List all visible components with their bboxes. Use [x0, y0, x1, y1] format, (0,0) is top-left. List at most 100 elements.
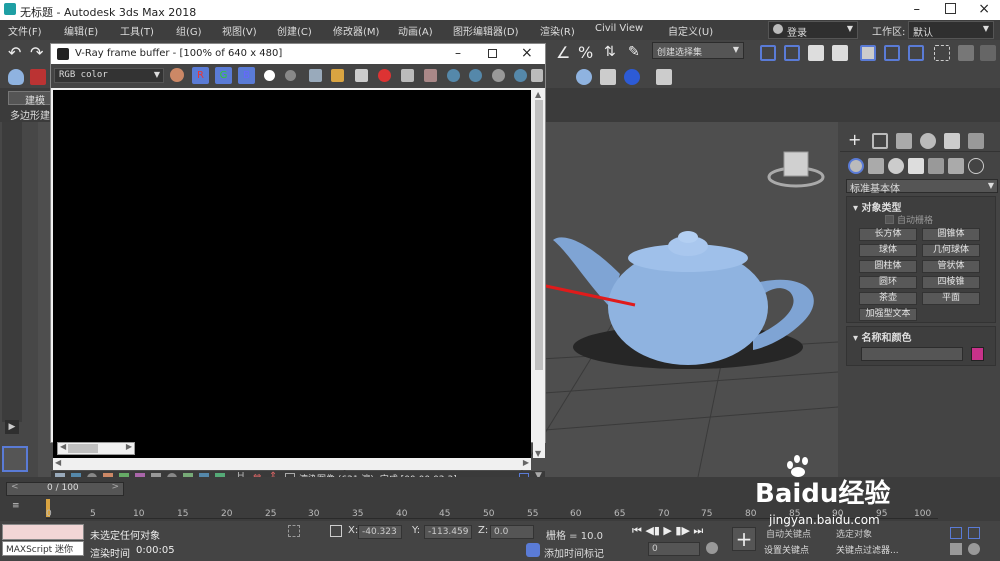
teapot-button[interactable]: 茶壶 — [859, 292, 917, 305]
undo-icon[interactable]: ↶ — [8, 43, 21, 62]
vfb-channel-dropdown[interactable]: RGB color ▼ — [54, 68, 164, 83]
ribbon-tab-modeling[interactable]: 建模 — [8, 91, 56, 107]
vfb-minimize-icon[interactable]: – — [455, 46, 461, 60]
blue-channel-button[interactable]: B — [238, 67, 255, 84]
vray-settings-icon[interactable] — [656, 69, 672, 85]
track-mouse-icon[interactable] — [401, 69, 414, 82]
material-editor-icon[interactable] — [934, 45, 950, 61]
vfb-close-icon[interactable]: × — [521, 45, 533, 61]
pyramid-button[interactable]: 四棱锥 — [922, 276, 980, 289]
cameras-icon[interactable] — [908, 158, 924, 174]
menu-rendering[interactable]: 渲染(R) — [540, 23, 575, 38]
stop-render-icon[interactable] — [378, 69, 391, 82]
vfb-horizontal-scrollbar[interactable]: ◀ ▶ — [53, 458, 531, 470]
play-icon[interactable]: ▶ — [663, 524, 671, 537]
region-render-icon[interactable] — [424, 69, 437, 82]
scene-explorer-icon[interactable] — [808, 45, 824, 61]
geometry-icon[interactable] — [848, 158, 864, 174]
mono-channel-icon[interactable] — [285, 70, 296, 81]
primitive-type-dropdown[interactable]: 标准基本体 ▼ — [846, 179, 998, 195]
menu-modifiers[interactable]: 修改器(M) — [333, 23, 379, 38]
menu-customize[interactable]: 自定义(U) — [668, 23, 713, 38]
menu-file[interactable]: 文件(F) — [8, 23, 42, 38]
vfb-maximize-icon[interactable] — [488, 49, 497, 58]
pan-view-icon[interactable] — [950, 543, 962, 555]
name-color-header[interactable]: ▾ 名称和颜色 — [853, 329, 912, 344]
mirror-icon[interactable] — [760, 45, 776, 61]
render-production-icon[interactable] — [30, 69, 46, 85]
time-slider-next-icon[interactable]: > — [111, 482, 119, 492]
autogrid-checkbox[interactable] — [885, 215, 894, 224]
schematic-view-icon[interactable] — [908, 45, 924, 61]
color-clamp-icon[interactable] — [170, 68, 184, 82]
login-dropdown[interactable]: 登录 ▼ — [768, 21, 858, 39]
curve-editor-icon[interactable] — [884, 45, 900, 61]
scroll-left-icon[interactable]: ◀ — [55, 458, 61, 467]
time-config-icon[interactable] — [706, 542, 718, 554]
render-frame-icon[interactable] — [980, 45, 996, 61]
save-image-icon[interactable] — [309, 69, 322, 82]
lights-icon[interactable] — [888, 158, 904, 174]
selection-set-dropdown[interactable]: 创建选择集 ▼ — [652, 42, 744, 59]
expand-arrow-icon[interactable]: ▶ — [5, 420, 19, 434]
object-type-header[interactable]: ▾ 对象类型 — [853, 199, 902, 214]
cone-button[interactable]: 圆锥体 — [922, 228, 980, 241]
z-coordinate-field[interactable]: 0.0 — [490, 525, 534, 539]
isolate-selection-icon[interactable] — [288, 525, 300, 537]
scroll-right-icon[interactable]: ▶ — [126, 442, 132, 451]
object-name-input[interactable] — [861, 347, 963, 361]
maxscript-listener[interactable] — [2, 524, 84, 540]
maxscript-mini-input[interactable]: MAXScript 迷你 — [2, 541, 84, 556]
y-coordinate-field[interactable]: -113.459 — [424, 525, 472, 539]
time-slider-prev-icon[interactable]: < — [11, 482, 19, 492]
torus-button[interactable]: 圆环 — [859, 276, 917, 289]
menu-animation[interactable]: 动画(A) — [398, 23, 433, 38]
menu-group[interactable]: 组(G) — [176, 23, 202, 38]
layer-explorer-icon[interactable] — [832, 45, 848, 61]
mini-scrollbar[interactable]: ◀ ▶ — [57, 442, 135, 455]
track-view-toggle-icon[interactable]: ≡ — [12, 501, 20, 511]
current-frame-field[interactable]: 0 — [648, 542, 700, 556]
cylinder-button[interactable]: 圆柱体 — [859, 260, 917, 273]
object-color-swatch[interactable] — [971, 347, 984, 361]
scroll-up-icon[interactable]: ▲ — [535, 90, 541, 99]
toggle-ribbon-icon[interactable] — [860, 45, 876, 61]
utilities-tab-icon[interactable] — [968, 133, 984, 149]
teapot-render-icon[interactable] — [8, 69, 24, 85]
render-history-icon[interactable] — [514, 69, 527, 82]
close-icon[interactable]: × — [978, 1, 990, 17]
time-tag-icon[interactable] — [526, 543, 540, 557]
edit-selection-set-icon[interactable]: ✎ — [628, 44, 640, 60]
absolute-mode-icon[interactable] — [330, 525, 342, 537]
vfb-vertical-scrollbar[interactable]: ▲ ▼ — [533, 90, 545, 458]
zoom-all-icon[interactable] — [968, 527, 980, 539]
red-channel-button[interactable]: R — [192, 67, 209, 84]
key-filters-button[interactable]: 关键点过滤器... — [836, 543, 899, 556]
menu-civil-view[interactable]: Civil View — [595, 23, 643, 34]
orbit-icon[interactable] — [968, 543, 980, 555]
menu-graph-editors[interactable]: 图形编辑器(D) — [453, 23, 519, 38]
scroll-left-icon[interactable]: ◀ — [60, 442, 66, 451]
vray-sphere-icon[interactable] — [576, 69, 592, 85]
set-key-button[interactable]: 设置关键点 — [764, 543, 809, 556]
menu-tools[interactable]: 工具(T) — [120, 23, 154, 38]
angle-snap-icon[interactable]: ∠ — [556, 43, 570, 62]
align-icon[interactable] — [784, 45, 800, 61]
create-tab-icon[interactable]: + — [848, 130, 861, 149]
render-setup-icon[interactable] — [958, 45, 974, 61]
spinner-snap-icon[interactable]: ⇅ — [604, 44, 616, 60]
modify-tab-icon[interactable] — [872, 133, 888, 149]
scroll-thumb[interactable] — [68, 444, 98, 453]
show-correction-icon[interactable] — [531, 69, 543, 82]
motion-tab-icon[interactable] — [920, 133, 936, 149]
sphere-button[interactable]: 球体 — [859, 244, 917, 257]
maximize-icon[interactable] — [945, 3, 956, 14]
vray-scene-icon[interactable] — [624, 69, 640, 85]
menu-create[interactable]: 创建(C) — [277, 23, 312, 38]
interactive-render-icon[interactable] — [469, 69, 482, 82]
text-plus-button[interactable]: 加强型文本 — [859, 308, 917, 321]
space-warps-icon[interactable] — [948, 158, 964, 174]
load-image-icon[interactable] — [331, 69, 344, 82]
go-to-end-icon[interactable]: ⏭ — [693, 524, 703, 537]
scroll-thumb[interactable] — [535, 100, 543, 370]
